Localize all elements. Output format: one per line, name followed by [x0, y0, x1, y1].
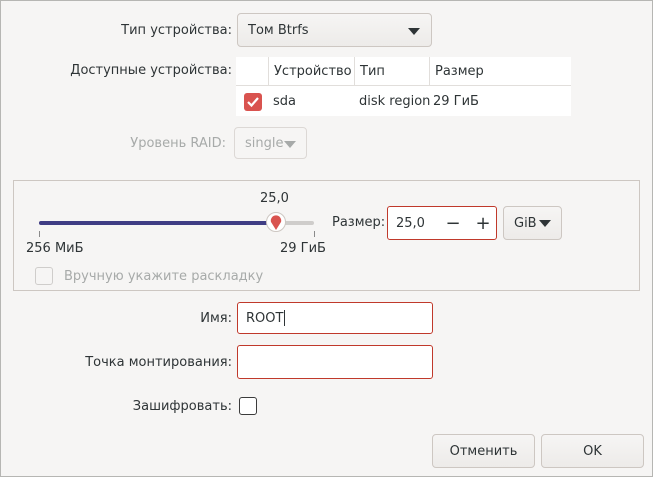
mountpoint-label: Точка монтирования:	[85, 355, 232, 370]
device-name-cell: sda	[273, 94, 296, 109]
device-type-cell: disk region	[359, 94, 431, 109]
table-row[interactable]	[244, 87, 262, 116]
column-header-size[interactable]: Размер	[435, 57, 484, 86]
device-checkbox[interactable]	[244, 92, 262, 111]
size-slider[interactable]	[39, 212, 314, 232]
cancel-button[interactable]: Отменить	[432, 434, 535, 468]
devices-table: Устройство Тип Размер sda disk region 29…	[236, 57, 571, 116]
device-type-label: Тип устройства:	[121, 23, 232, 38]
map-pin-icon	[270, 214, 281, 230]
size-spinbutton[interactable]: 25,0 − +	[387, 206, 497, 240]
chevron-down-icon	[408, 28, 420, 35]
device-size-cell: 29 ГиБ	[433, 94, 479, 109]
minus-icon[interactable]: −	[438, 207, 468, 239]
slider-max-tick	[314, 231, 315, 237]
raid-level-dropdown[interactable]: single	[234, 127, 307, 159]
name-value: ROOT	[246, 310, 284, 326]
raid-level-value: single	[245, 135, 284, 151]
size-panel: 25,0 256 МиБ 29 ГиБ Размер: 25,0 − + GiB…	[13, 180, 640, 291]
manual-layout-checkbox[interactable]	[35, 267, 53, 285]
encrypt-label: Зашифровать:	[132, 399, 232, 414]
slider-min-tick	[39, 231, 40, 237]
slider-value-label: 25,0	[260, 191, 289, 206]
device-type-dropdown[interactable]: Том Btrfs	[237, 13, 432, 47]
raid-level-label: Уровень RAID:	[130, 136, 226, 151]
column-header-device[interactable]: Устройство	[274, 57, 352, 86]
plus-icon[interactable]: +	[468, 207, 498, 239]
manual-layout-label: Вручную укажите раскладку	[64, 269, 264, 284]
name-label: Имя:	[200, 311, 232, 326]
slider-fill	[39, 221, 276, 225]
slider-min-label: 256 МиБ	[26, 241, 84, 256]
chevron-down-icon	[539, 220, 551, 227]
device-type-value: Том Btrfs	[248, 22, 309, 38]
text-cursor	[284, 310, 286, 326]
encrypt-checkbox[interactable]	[239, 397, 257, 415]
size-label: Размер:	[332, 215, 386, 230]
chevron-down-icon	[284, 141, 296, 148]
column-header-type[interactable]: Тип	[360, 57, 385, 86]
checkmark-icon	[247, 96, 259, 107]
name-input[interactable]: ROOT	[237, 302, 433, 334]
size-unit-dropdown[interactable]: GiB	[503, 206, 562, 240]
size-unit-value: GiB	[514, 215, 537, 231]
slider-max-label: 29 ГиБ	[280, 241, 326, 256]
ok-button[interactable]: OK	[541, 434, 644, 468]
slider-handle[interactable]	[265, 212, 286, 232]
available-devices-label: Доступные устройства:	[70, 63, 232, 78]
mountpoint-input[interactable]	[237, 345, 433, 379]
size-value[interactable]: 25,0	[396, 216, 425, 231]
